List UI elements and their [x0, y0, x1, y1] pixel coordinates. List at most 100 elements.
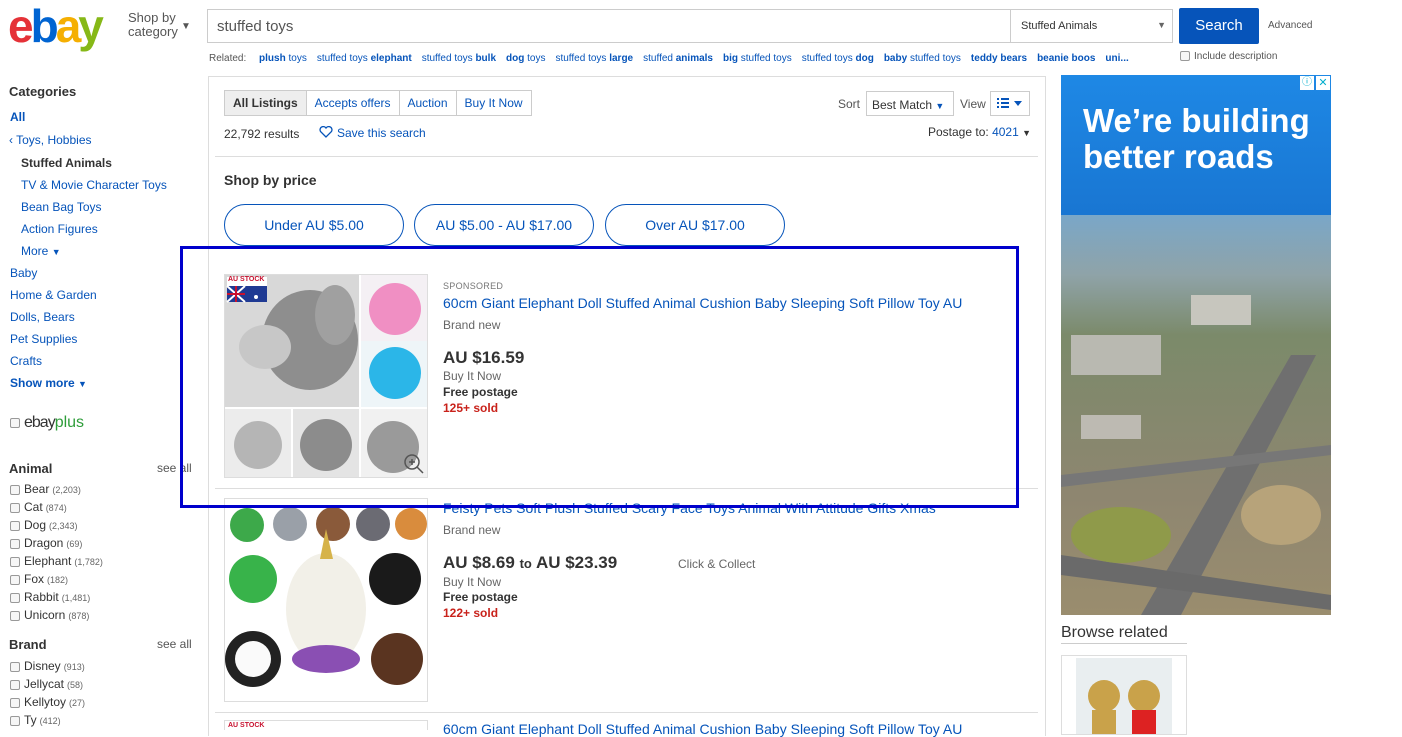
filter-checkbox[interactable]: [10, 697, 20, 708]
shop-by-price-heading: Shop by price: [224, 172, 317, 188]
listing-price: AU $16.59: [443, 348, 525, 367]
sort-select[interactable]: Best Match ▼: [866, 91, 954, 116]
subcategory-link[interactable]: TV & Movie Character Toys: [21, 178, 167, 192]
divider: [215, 488, 1038, 489]
listing-sold-count: 125+ sold: [443, 401, 499, 415]
filter-checkbox[interactable]: [10, 502, 20, 513]
category-link[interactable]: Crafts: [10, 354, 42, 368]
category-link[interactable]: Baby: [10, 266, 37, 280]
listing-image[interactable]: AU STOCK: [224, 720, 428, 730]
show-more-button[interactable]: Show more ▼: [10, 376, 87, 390]
filter-checkbox[interactable]: [10, 484, 20, 495]
tab-all-listings[interactable]: All Listings: [225, 91, 307, 115]
brand-see-all-link[interactable]: see all: [157, 637, 192, 651]
tab-buy-it-now[interactable]: Buy It Now: [457, 91, 531, 115]
chevron-down-icon: ▼: [181, 21, 191, 32]
related-search-link[interactable]: beanie boos: [1037, 53, 1095, 64]
advanced-search-link[interactable]: Advanced: [1268, 20, 1312, 31]
filter-option[interactable]: Cat (874): [10, 500, 67, 514]
categories-heading: Categories: [9, 84, 77, 99]
subcategory-link[interactable]: Bean Bag Toys: [21, 200, 102, 214]
listing-title[interactable]: 60cm Giant Elephant Doll Stuffed Animal …: [443, 295, 962, 311]
subcategory-link[interactable]: Action Figures: [21, 222, 98, 236]
category-link[interactable]: Pet Supplies: [10, 332, 77, 346]
ebay-plus-checkbox[interactable]: [10, 417, 20, 428]
filter-checkbox[interactable]: [10, 679, 20, 690]
price-range-button[interactable]: AU $5.00 - AU $17.00: [414, 204, 594, 246]
filter-option[interactable]: Elephant (1,782): [10, 554, 103, 568]
related-search-link[interactable]: big stuffed toys: [723, 53, 792, 64]
chevron-down-icon: ▼: [1022, 128, 1032, 138]
related-search-link[interactable]: stuffed toys dog: [802, 53, 874, 64]
filter-checkbox[interactable]: [10, 556, 20, 567]
results-count: 22,792 results: [224, 127, 300, 141]
related-search-link[interactable]: stuffed toys bulk: [422, 53, 496, 64]
include-description-option[interactable]: Include description: [1180, 51, 1277, 62]
price-range-button[interactable]: Under AU $5.00: [224, 204, 404, 246]
filter-option[interactable]: Unicorn (878): [10, 608, 89, 622]
listing-condition: Brand new: [443, 523, 501, 537]
chevron-down-icon: ▼: [51, 247, 61, 257]
related-search-link[interactable]: plush toys: [259, 53, 307, 64]
au-stock-badge: AU STOCK: [228, 722, 265, 729]
listing-title[interactable]: 60cm Giant Elephant Doll Stuffed Animal …: [443, 721, 962, 737]
filter-option[interactable]: Bear (2,203): [10, 482, 81, 496]
tab-auction[interactable]: Auction: [400, 91, 457, 115]
filter-checkbox[interactable]: [10, 520, 20, 531]
category-parent-link[interactable]: ‹ Toys, Hobbies: [9, 133, 92, 147]
filter-checkbox[interactable]: [10, 592, 20, 603]
animal-filter-heading: Animal: [9, 461, 53, 476]
related-search-link[interactable]: stuffed toys elephant: [317, 53, 412, 64]
filter-checkbox[interactable]: [10, 661, 20, 672]
au-stock-badge: AU STOCK: [228, 276, 265, 283]
related-search-link[interactable]: stuffed toys large: [555, 53, 633, 64]
filter-option[interactable]: Kellytoy (27): [10, 695, 85, 709]
view-select[interactable]: [990, 91, 1030, 116]
filter-option[interactable]: Dragon (69): [10, 536, 82, 550]
filter-option[interactable]: Jellycat (58): [10, 677, 83, 691]
more-categories-button[interactable]: More ▼: [21, 244, 61, 258]
filter-checkbox[interactable]: [10, 715, 20, 726]
price-range-button[interactable]: Over AU $17.00: [605, 204, 785, 246]
ad-close-icon[interactable]: ✕: [1316, 76, 1330, 90]
category-link[interactable]: Dolls, Bears: [10, 310, 75, 324]
chevron-down-icon: ▼: [78, 379, 87, 389]
listing-image[interactable]: [224, 498, 428, 702]
category-select[interactable]: Stuffed Animals ▼: [1010, 10, 1174, 42]
filter-option[interactable]: Disney (913): [10, 659, 85, 673]
listing-title[interactable]: Feisty Pets Soft Plush Stuffed Scary Fac…: [443, 500, 936, 516]
chevron-down-icon: ▼: [1157, 20, 1166, 30]
filter-option[interactable]: Dog (2,343): [10, 518, 78, 532]
save-search-button[interactable]: Save this search: [319, 125, 426, 140]
divider: [1061, 643, 1187, 644]
related-search-link[interactable]: baby stuffed toys: [884, 53, 961, 64]
filter-option[interactable]: Fox (182): [10, 572, 68, 586]
ebay-logo[interactable]: ebay: [8, 3, 118, 49]
related-search-link[interactable]: stuffed animals: [643, 53, 713, 64]
postage-to-selector[interactable]: Postage to: 4021 ▼: [928, 125, 1031, 139]
category-all-link[interactable]: All: [10, 110, 25, 124]
ebay-plus-filter[interactable]: ebayplus: [10, 414, 84, 432]
advertisement-banner[interactable]: We’re building better roads ⓘ ✕: [1061, 75, 1331, 615]
filter-checkbox[interactable]: [10, 574, 20, 585]
ad-info-icon[interactable]: ⓘ: [1300, 76, 1314, 90]
search-button[interactable]: Search: [1179, 8, 1259, 44]
listing-image[interactable]: AU STOCK: [224, 274, 428, 478]
tab-accepts-offers[interactable]: Accepts offers: [307, 91, 400, 115]
related-search-link[interactable]: teddy bears: [971, 53, 1027, 64]
filter-option[interactable]: Rabbit (1,481): [10, 590, 90, 604]
elephant-pillow-photo: [225, 275, 427, 477]
listing-sold-count: 122+ sold: [443, 606, 499, 620]
related-searches: Related: plush toys stuffed toys elephant…: [209, 53, 1129, 64]
shop-by-category-button[interactable]: Shop by category ▼: [128, 11, 191, 39]
include-description-checkbox[interactable]: [1180, 51, 1190, 62]
related-item-image[interactable]: [1061, 655, 1187, 735]
search-input[interactable]: [208, 10, 1010, 42]
filter-option[interactable]: Ty (412): [10, 713, 61, 727]
animal-see-all-link[interactable]: see all: [157, 461, 192, 475]
related-search-link[interactable]: uni...: [1105, 53, 1128, 64]
filter-checkbox[interactable]: [10, 538, 20, 549]
filter-checkbox[interactable]: [10, 610, 20, 621]
related-search-link[interactable]: dog toys: [506, 53, 545, 64]
category-link[interactable]: Home & Garden: [10, 288, 97, 302]
